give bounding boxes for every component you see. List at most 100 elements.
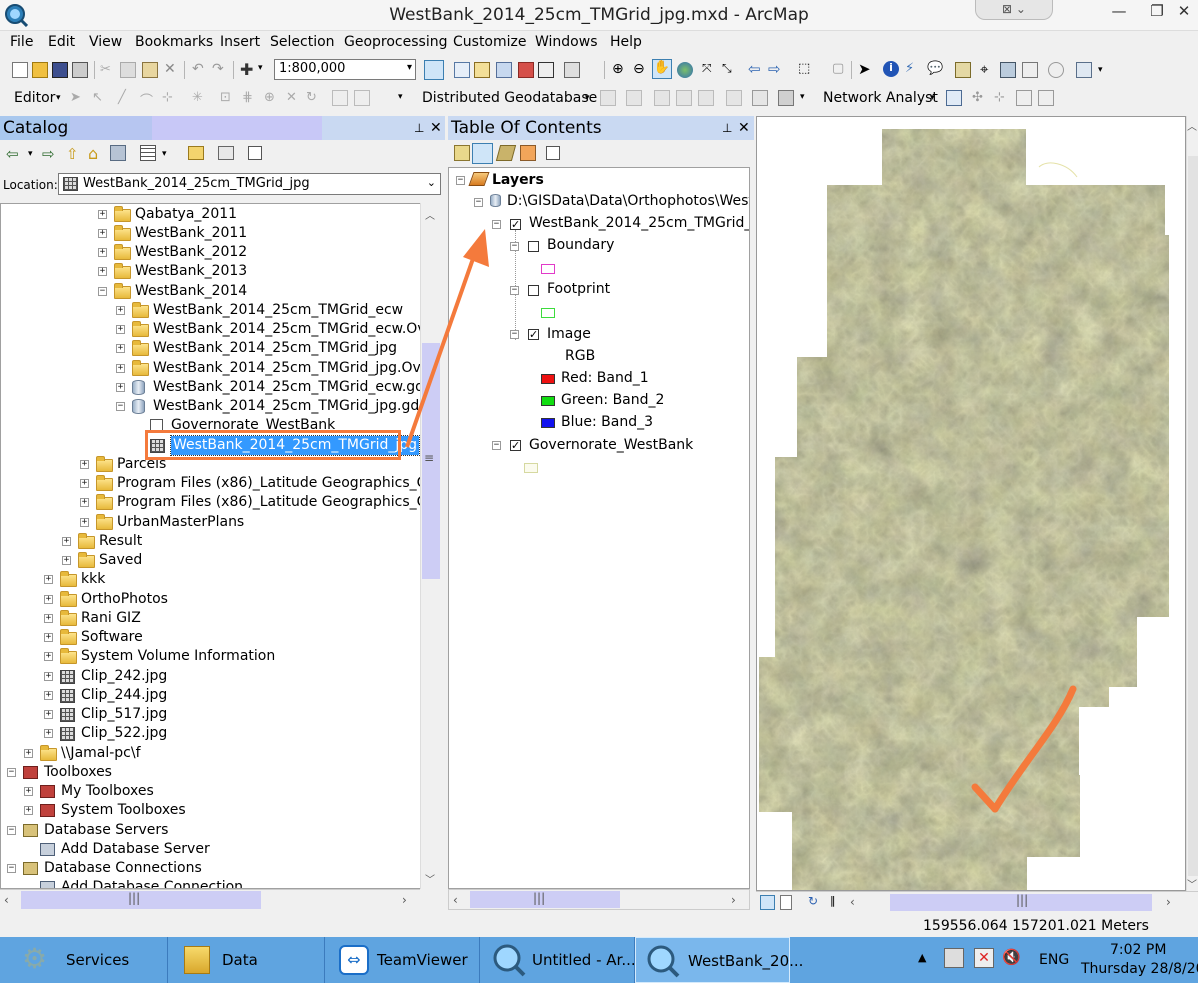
catalog-item[interactable]: + WestBank_2014_25cm_TMGrid_ecw bbox=[1, 301, 420, 320]
footprint-visibility-checkbox[interactable] bbox=[528, 285, 539, 296]
taskbar-teamviewer[interactable]: ⇔ TeamViewer bbox=[325, 937, 480, 983]
catalog-item[interactable]: + WestBank_2012 bbox=[1, 243, 420, 262]
image-layer-label[interactable]: Image bbox=[547, 325, 591, 344]
clear-selection-icon[interactable]: ▢ bbox=[832, 61, 848, 77]
scroll-right-icon[interactable]: › bbox=[1166, 895, 1171, 909]
toggle-contents-icon[interactable] bbox=[218, 146, 234, 160]
expand-icon[interactable]: + bbox=[24, 806, 33, 816]
catalog-header[interactable]: Catalog ⊥ ✕ bbox=[0, 116, 445, 140]
collapse-icon[interactable]: − bbox=[7, 864, 16, 873]
input-language[interactable]: ENG bbox=[1039, 952, 1069, 968]
list-by-selection-icon[interactable] bbox=[520, 145, 536, 161]
toc-header[interactable]: Table Of Contents ⊥ ✕ bbox=[448, 116, 754, 140]
toc-source-path[interactable]: D:\GISData\Data\Orthophotos\WestB bbox=[507, 192, 749, 211]
import-message-icon[interactable] bbox=[676, 90, 692, 106]
catalog-item[interactable]: + Clip_517.jpg bbox=[1, 705, 420, 724]
footprint-layer-label[interactable]: Footprint bbox=[547, 280, 610, 299]
refresh-icon[interactable]: ↻ bbox=[808, 894, 818, 908]
map-scale-combo[interactable]: 1:800,000 ▾ bbox=[274, 59, 416, 80]
connect-folder-icon[interactable] bbox=[110, 145, 126, 161]
catalog-window-icon[interactable] bbox=[474, 62, 490, 78]
print-icon[interactable] bbox=[72, 62, 88, 78]
editor-toolbar-chevron-icon[interactable]: ▾ bbox=[398, 92, 403, 102]
catalog-item[interactable]: + System Toolboxes bbox=[1, 801, 420, 820]
menu-customize[interactable]: Customize bbox=[453, 34, 527, 50]
back-extent-icon[interactable]: ⇦ bbox=[748, 60, 764, 78]
fixed-zoom-in-icon[interactable]: ⤧ bbox=[702, 61, 718, 77]
full-extent-globe-icon[interactable] bbox=[677, 62, 693, 78]
collapse-icon[interactable]: − bbox=[7, 825, 16, 835]
green-band-swatch[interactable] bbox=[541, 396, 555, 406]
catalog-item[interactable]: + System Volume Information bbox=[1, 647, 420, 666]
manage-replicas-icon[interactable] bbox=[726, 90, 742, 106]
expand-icon[interactable]: + bbox=[116, 305, 125, 315]
options-icon[interactable] bbox=[248, 146, 262, 160]
boundary-visibility-checkbox[interactable] bbox=[528, 241, 539, 252]
expand-icon[interactable]: + bbox=[80, 479, 89, 488]
select-features-icon[interactable]: ⬚ bbox=[798, 61, 814, 77]
expand-icon[interactable]: + bbox=[116, 344, 125, 354]
collapse-icon[interactable]: − bbox=[98, 286, 107, 296]
scroll-right-icon[interactable]: › bbox=[402, 893, 407, 907]
taskbar-data[interactable]: Data bbox=[168, 937, 325, 983]
edit-annotation-icon[interactable]: ↖ bbox=[92, 90, 108, 106]
menu-help[interactable]: Help bbox=[610, 34, 642, 50]
mosaic-visibility-checkbox[interactable]: ✓ bbox=[510, 219, 521, 230]
toc-options-icon[interactable] bbox=[546, 146, 560, 160]
pin-icon[interactable]: ⊥ bbox=[722, 116, 732, 140]
map-vertical-scrollbar[interactable]: ︿ ﹀ bbox=[1186, 116, 1198, 891]
menu-bookmarks[interactable]: Bookmarks bbox=[135, 34, 213, 50]
list-by-visibility-icon[interactable] bbox=[495, 145, 517, 161]
catalog-item[interactable]: − WestBank_2014 bbox=[1, 282, 420, 301]
straight-segment-icon[interactable]: ╱ bbox=[118, 90, 134, 106]
scroll-up-icon[interactable]: ︿ bbox=[1187, 118, 1197, 133]
editor-toolbar-toggle-icon[interactable] bbox=[424, 60, 444, 80]
catalog-item[interactable]: + kkk bbox=[1, 570, 420, 589]
governorate-visibility-checkbox[interactable]: ✓ bbox=[510, 440, 521, 451]
expand-icon[interactable]: + bbox=[116, 325, 125, 334]
paste-icon[interactable] bbox=[142, 62, 158, 78]
expand-icon[interactable]: + bbox=[80, 498, 89, 508]
pin-icon[interactable]: ⊥ bbox=[414, 116, 424, 140]
expand-icon[interactable]: + bbox=[44, 652, 53, 662]
catalog-item[interactable]: + Program Files (x86)_Latitude Geographic… bbox=[1, 474, 420, 493]
catalog-item[interactable]: Add Database Server bbox=[1, 840, 420, 859]
up-one-level-icon[interactable]: ⇧ bbox=[66, 145, 79, 163]
action-center-icon[interactable]: ✕ bbox=[974, 948, 994, 968]
taskbar-services[interactable]: ⚙ Services bbox=[0, 937, 168, 983]
list-by-drawing-order-icon[interactable] bbox=[454, 145, 470, 161]
save-icon[interactable] bbox=[52, 62, 68, 78]
catalog-item[interactable]: − WestBank_2014_25cm_TMGrid_jpg.gdb bbox=[1, 397, 420, 416]
catalog-item[interactable]: + WestBank_2011 bbox=[1, 224, 420, 243]
find-route-icon[interactable] bbox=[1000, 62, 1016, 78]
catalog-item[interactable]: + Clip_244.jpg bbox=[1, 686, 420, 705]
collapse-icon[interactable]: − bbox=[474, 198, 483, 207]
identify-icon[interactable]: i bbox=[883, 61, 899, 77]
create-replica-icon[interactable] bbox=[600, 90, 616, 106]
distributed-toolbar-chevron-icon[interactable]: ▾ bbox=[800, 92, 805, 102]
menu-windows[interactable]: Windows bbox=[535, 34, 598, 50]
copy-icon[interactable] bbox=[120, 62, 136, 78]
zoom-out-icon[interactable]: ⊖ bbox=[633, 61, 649, 77]
expand-icon[interactable]: + bbox=[116, 363, 125, 373]
collapse-icon[interactable]: − bbox=[7, 767, 16, 777]
governorate-symbol[interactable] bbox=[524, 463, 538, 473]
boundary-symbol[interactable] bbox=[541, 264, 555, 274]
expand-icon[interactable]: + bbox=[44, 690, 53, 700]
end-point-arc-icon[interactable]: ⌒ bbox=[140, 90, 156, 109]
menu-selection[interactable]: Selection bbox=[270, 34, 335, 50]
expand-icon[interactable]: + bbox=[44, 671, 53, 681]
scroll-left-icon[interactable]: ‹ bbox=[850, 895, 855, 909]
cut-polygons-icon[interactable]: ⊕ bbox=[264, 90, 280, 106]
network-status-icon[interactable] bbox=[944, 948, 964, 968]
catalog-item[interactable]: + Result bbox=[1, 532, 420, 551]
red-band-swatch[interactable] bbox=[541, 374, 555, 384]
collapse-icon[interactable]: − bbox=[510, 242, 519, 251]
arctoolbox-icon[interactable] bbox=[518, 62, 534, 78]
minimize-button[interactable]: — bbox=[1100, 0, 1138, 24]
catalog-item[interactable]: + Program Files (x86)_Latitude Geographic… bbox=[1, 493, 420, 512]
menu-view[interactable]: View bbox=[89, 34, 122, 50]
mosaic-layer-label[interactable]: WestBank_2014_25cm_TMGrid_jpg bbox=[529, 214, 749, 233]
expand-icon[interactable]: + bbox=[62, 536, 71, 546]
expand-icon[interactable]: + bbox=[44, 633, 53, 642]
